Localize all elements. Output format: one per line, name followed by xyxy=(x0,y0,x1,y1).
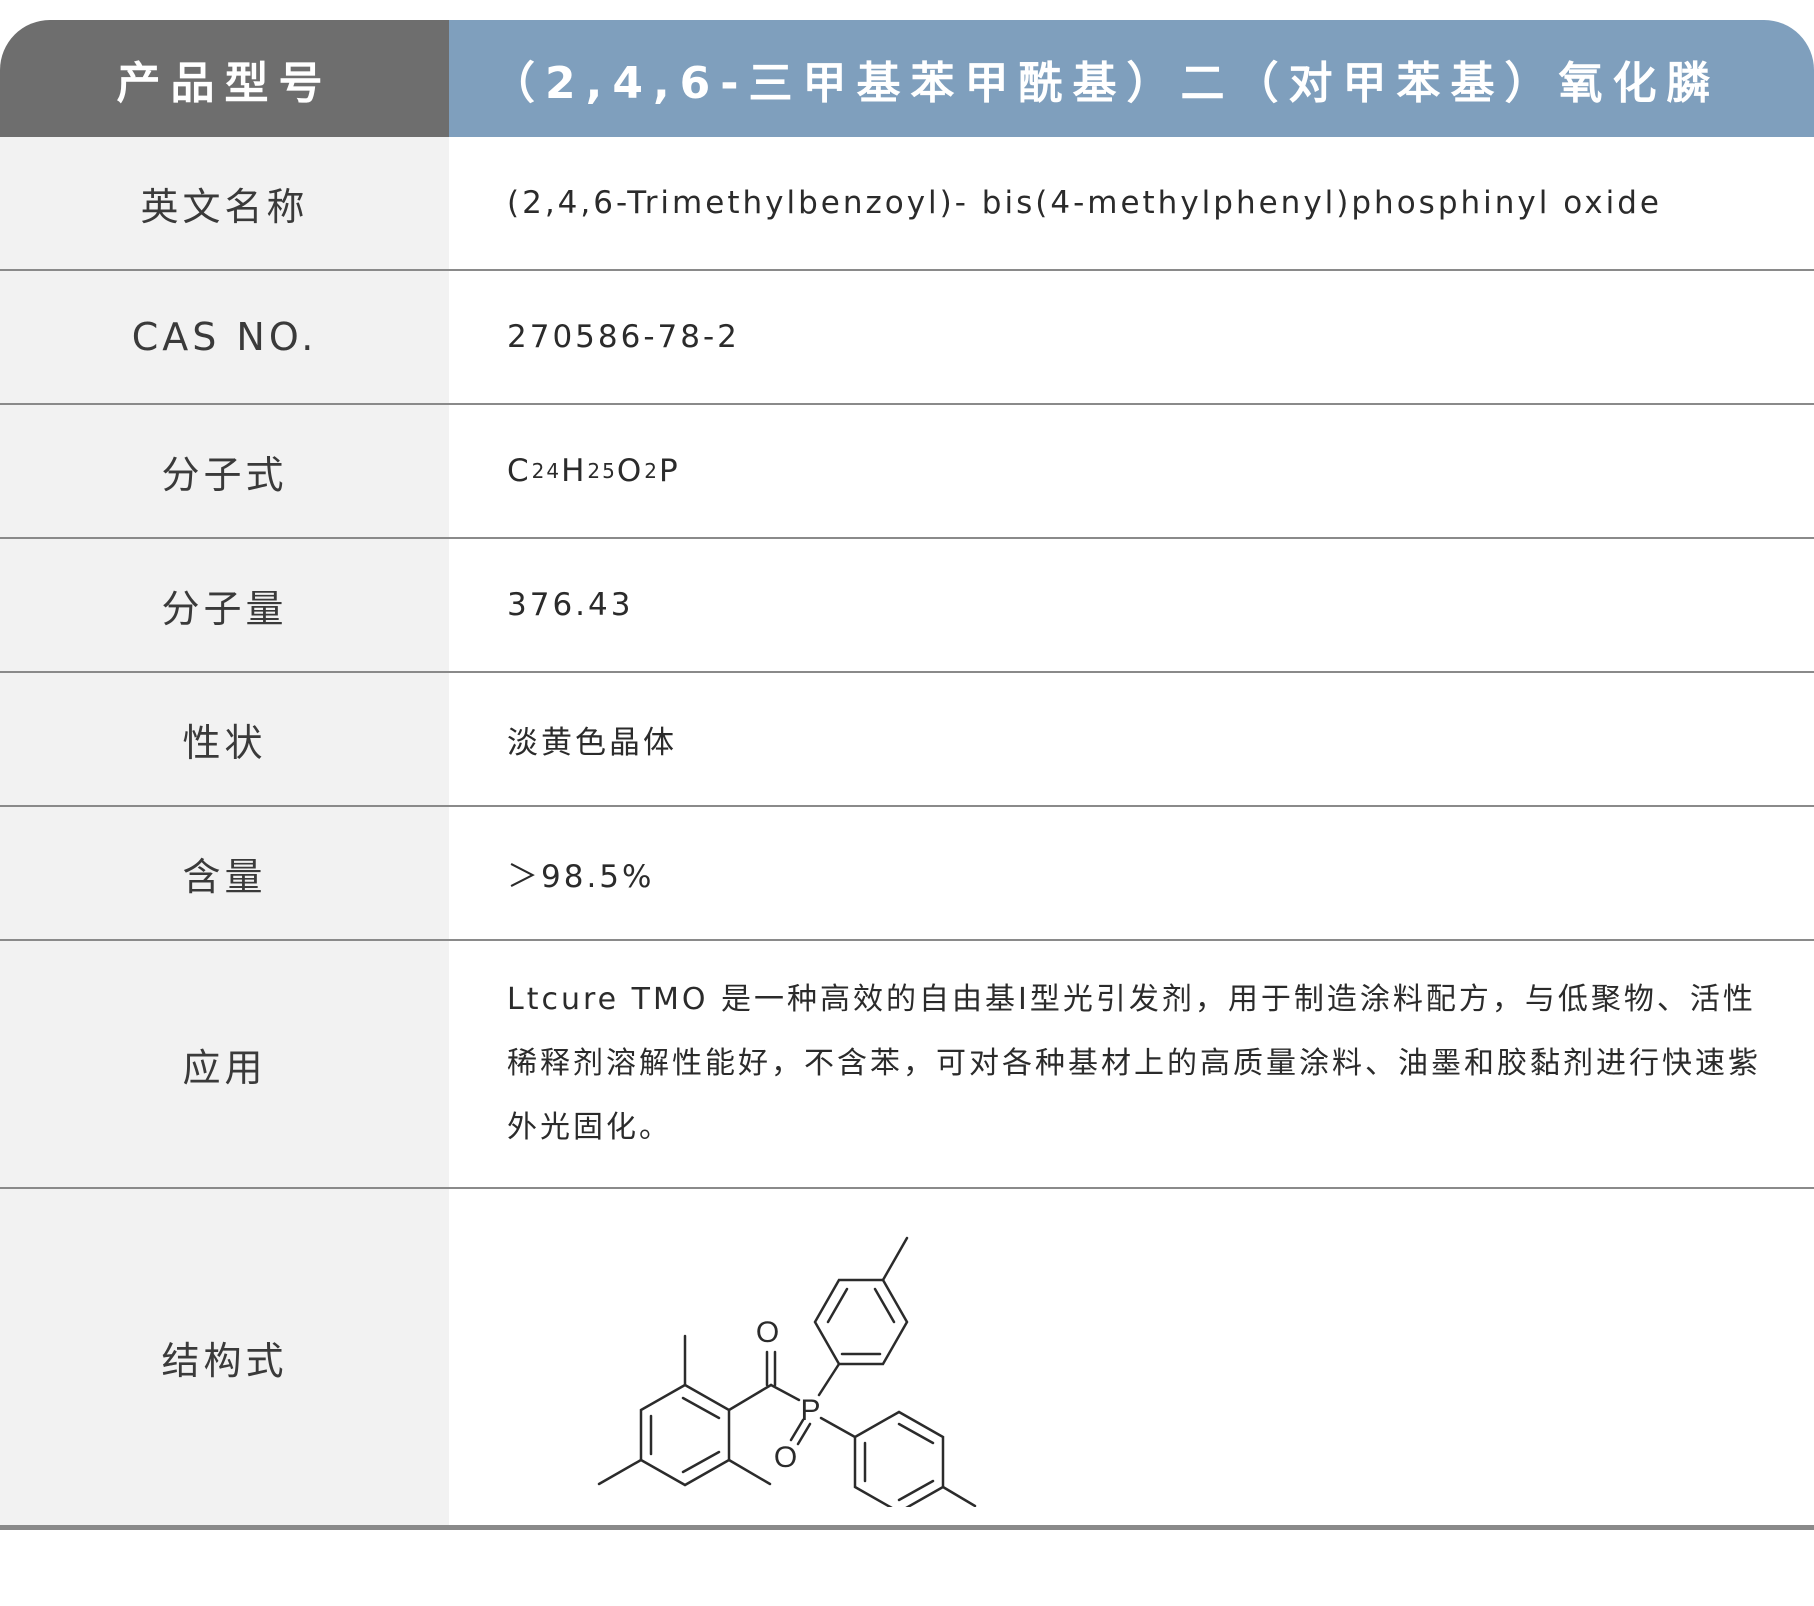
carbonyl-phosphorus-bond xyxy=(769,1383,801,1402)
row-cas: CAS NO. 270586-78-2 xyxy=(0,271,1814,405)
tolyl-lower-methyl xyxy=(941,1485,977,1507)
formula-h: H xyxy=(561,453,588,489)
mol-weight-value: 376.43 xyxy=(507,587,634,623)
header-product-name: （2,4,6-三甲基苯甲酰基）二（对甲苯基）氧化膦 xyxy=(449,20,1814,137)
cas-label: CAS NO. xyxy=(0,271,449,403)
row-appearance: 性状 淡黄色晶体 xyxy=(0,673,1814,807)
mesityl-methyl-right xyxy=(727,1458,772,1486)
english-name-label: 英文名称 xyxy=(0,137,449,269)
cas-value: 270586-78-2 xyxy=(507,319,740,355)
application-value: Ltcure TMO 是一种高效的自由基I型光引发剂，用于制造涂料配方，与低聚物… xyxy=(507,982,1761,1145)
phosphorus-tolyl-lower-bond xyxy=(819,1416,857,1439)
row-content: 含量 ＞98.5% xyxy=(0,807,1814,941)
formula-h-count: 25 xyxy=(587,459,617,483)
row-mol-weight: 分子量 376.43 xyxy=(0,539,1814,673)
formula-o-count: 2 xyxy=(644,459,660,483)
structure-value: O P O xyxy=(449,1189,1814,1525)
english-name-value: (2,4,6-Trimethylbenzoyl)- bis(4-methylph… xyxy=(507,185,1662,221)
row-formula: 分子式 C 24 H 25 O 2 P xyxy=(0,405,1814,539)
formula-label: 分子式 xyxy=(0,405,449,537)
appearance-value: 淡黄色晶体 xyxy=(507,724,677,761)
formula-value: C 24 H 25 O 2 P xyxy=(449,405,1814,537)
structural-formula-diagram: O P O xyxy=(597,1236,977,1507)
content-value: ＞98.5% xyxy=(507,858,655,895)
mol-weight-label: 分子量 xyxy=(0,539,449,671)
formula-p: P xyxy=(659,453,681,489)
aryl-carbonyl-bond xyxy=(727,1383,773,1412)
atom-phosphorus: P xyxy=(800,1394,823,1427)
atom-phosphoryl-oxygen: O xyxy=(774,1441,800,1474)
row-english-name: 英文名称 (2,4,6-Trimethylbenzoyl)- bis(4-met… xyxy=(0,137,1814,271)
product-spec-table: 产品型号 （2,4,6-三甲基苯甲酰基）二（对甲苯基）氧化膦 英文名称 (2,4… xyxy=(0,20,1814,1530)
header-label: 产品型号 xyxy=(0,20,449,137)
tolyl-lower-inner-3 xyxy=(897,1422,935,1445)
formula-c: C xyxy=(507,453,532,489)
tolyl-lower-inner-2 xyxy=(897,1479,935,1502)
formula-o: O xyxy=(616,453,645,489)
atom-carbonyl-oxygen: O xyxy=(756,1316,782,1349)
phosphorus-tolyl-upper-bond xyxy=(817,1362,841,1397)
tolyl-ring-lower xyxy=(853,1410,945,1507)
tolyl-upper-methyl xyxy=(881,1236,909,1282)
table-header: 产品型号 （2,4,6-三甲基苯甲酰基）二（对甲苯基）氧化膦 xyxy=(0,20,1814,137)
row-application: 应用 Ltcure TMO 是一种高效的自由基I型光引发剂，用于制造涂料配方，与… xyxy=(0,941,1814,1189)
row-structure: 结构式 O P O xyxy=(0,1189,1814,1530)
content-label: 含量 xyxy=(0,807,449,939)
appearance-label: 性状 xyxy=(0,673,449,805)
application-label: 应用 xyxy=(0,941,449,1187)
formula-c-count: 24 xyxy=(531,459,562,483)
mesityl-methyl-left xyxy=(597,1458,643,1486)
structure-label: 结构式 xyxy=(0,1189,449,1525)
